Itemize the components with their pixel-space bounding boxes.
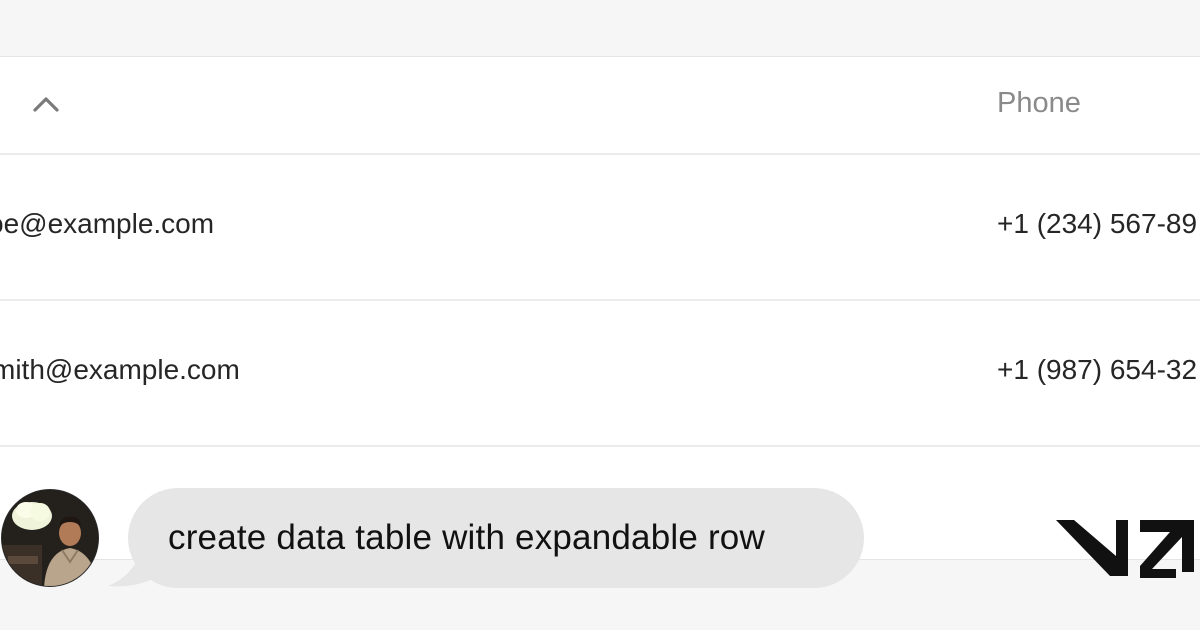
page-canvas: Phone oe@example.com +1 (234) 567-89 mit… xyxy=(0,0,1200,630)
chat-bubble: create data table with expandable row xyxy=(128,488,864,588)
avatar xyxy=(1,489,99,587)
table-row[interactable]: mith@example.com +1 (987) 654-32 xyxy=(0,301,1200,447)
chevron-up-icon[interactable] xyxy=(32,93,60,115)
data-table: Phone oe@example.com +1 (234) 567-89 mit… xyxy=(0,56,1200,565)
chat-message: create data table with expandable row xyxy=(168,518,765,557)
v0-logo-icon xyxy=(1056,520,1194,578)
column-header-phone[interactable]: Phone xyxy=(997,87,1081,120)
cell-phone: +1 (987) 654-32 xyxy=(997,354,1198,385)
cell-email: mith@example.com xyxy=(0,354,240,385)
cell-email: oe@example.com xyxy=(0,208,215,239)
cell-phone: +1 (234) 567-89 xyxy=(997,208,1198,239)
table-row[interactable]: oe@example.com +1 (234) 567-89 xyxy=(0,155,1200,301)
table-header-row: Phone xyxy=(0,57,1200,155)
